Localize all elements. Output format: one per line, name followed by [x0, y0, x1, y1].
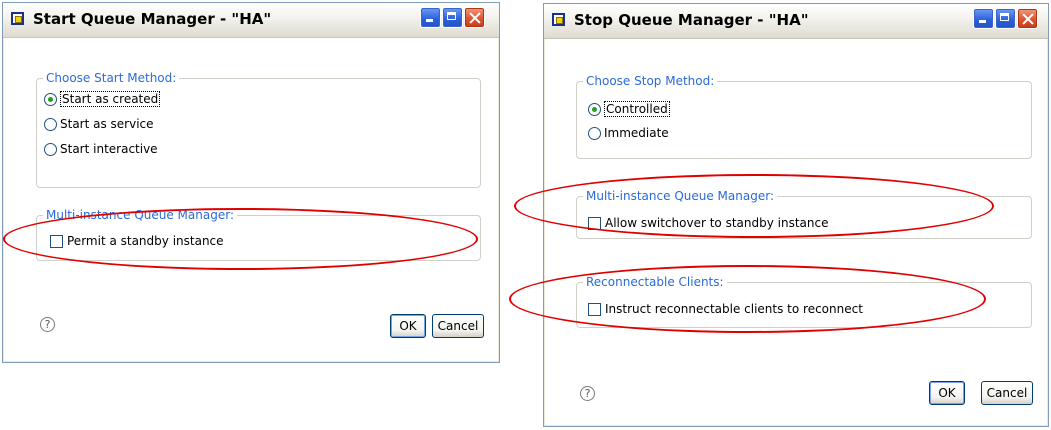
start-method-legend: Choose Start Method: [43, 71, 180, 85]
radio-selected-icon[interactable] [588, 102, 601, 116]
radio-icon[interactable] [44, 142, 57, 156]
maximize-button[interactable] [442, 7, 463, 28]
title-bar[interactable]: Stop Queue Manager - "HA" [544, 4, 1048, 39]
radio-icon[interactable] [588, 126, 601, 140]
window-app-icon [552, 13, 565, 26]
dialog-body: Choose Start Method: Start as created St… [4, 38, 498, 361]
window-title: Start Queue Manager - "HA" [33, 10, 272, 28]
checkbox-icon[interactable] [588, 302, 601, 316]
start-method-group: Choose Start Method: Start as created St… [36, 71, 481, 188]
screenshot-stage: Start Queue Manager - "HA" Choose Start … [0, 0, 1051, 430]
radio-icon[interactable] [44, 117, 57, 131]
reconnectable-clients-group: Reconnectable Clients: Instruct reconnec… [576, 275, 1032, 328]
maximize-button[interactable] [995, 8, 1016, 29]
stop-method-group: Choose Stop Method: Controlled Immediate [576, 74, 1032, 159]
stop-method-legend: Choose Stop Method: [583, 74, 718, 88]
close-button[interactable] [1017, 8, 1038, 29]
cancel-button[interactable]: Cancel [432, 314, 484, 338]
minimize-button[interactable] [973, 8, 994, 29]
checkbox-instruct-reconnect[interactable]: Instruct reconnectable clients to reconn… [588, 300, 863, 318]
reconnectable-clients-legend: Reconnectable Clients: [583, 275, 727, 289]
checkbox-label: Instruct reconnectable clients to reconn… [605, 302, 863, 316]
cancel-button[interactable]: Cancel [981, 381, 1033, 405]
radio-start-interactive[interactable]: Start interactive [44, 140, 158, 158]
minimize-button[interactable] [420, 7, 441, 28]
stop-queue-manager-dialog: Stop Queue Manager - "HA" Choose Stop Me… [543, 3, 1049, 427]
close-button[interactable] [464, 7, 485, 28]
start-queue-manager-dialog: Start Queue Manager - "HA" Choose Start … [2, 2, 500, 363]
help-icon[interactable]: ? [580, 386, 595, 401]
multi-instance-group: Multi-instance Queue Manager: Permit a s… [36, 208, 481, 261]
multi-instance-legend: Multi-instance Queue Manager: [583, 189, 777, 203]
checkbox-icon[interactable] [588, 216, 601, 230]
window-title: Stop Queue Manager - "HA" [574, 11, 809, 29]
radio-start-as-created[interactable]: Start as created [44, 90, 161, 108]
radio-label: Start interactive [60, 142, 158, 156]
radio-label: Start as service [60, 117, 154, 131]
radio-label: Start as created [60, 91, 161, 107]
checkbox-icon[interactable] [50, 234, 63, 248]
window-app-icon [11, 12, 24, 25]
title-bar[interactable]: Start Queue Manager - "HA" [3, 3, 499, 38]
radio-label: Immediate [604, 126, 669, 140]
radio-controlled[interactable]: Controlled [588, 100, 670, 118]
help-icon[interactable]: ? [40, 317, 55, 332]
checkbox-permit-standby[interactable]: Permit a standby instance [50, 232, 224, 250]
dialog-body: Choose Stop Method: Controlled Immediate… [545, 39, 1047, 425]
checkbox-allow-switchover[interactable]: Allow switchover to standby instance [588, 214, 829, 232]
checkbox-label: Allow switchover to standby instance [605, 216, 829, 230]
radio-label: Controlled [604, 101, 670, 117]
radio-selected-icon[interactable] [44, 92, 57, 106]
multi-instance-group: Multi-instance Queue Manager: Allow swit… [576, 189, 1032, 239]
radio-immediate[interactable]: Immediate [588, 124, 669, 142]
radio-start-as-service[interactable]: Start as service [44, 115, 154, 133]
multi-instance-legend: Multi-instance Queue Manager: [43, 208, 237, 222]
ok-button[interactable]: OK [390, 314, 426, 338]
ok-button[interactable]: OK [929, 381, 965, 405]
checkbox-label: Permit a standby instance [67, 234, 224, 248]
